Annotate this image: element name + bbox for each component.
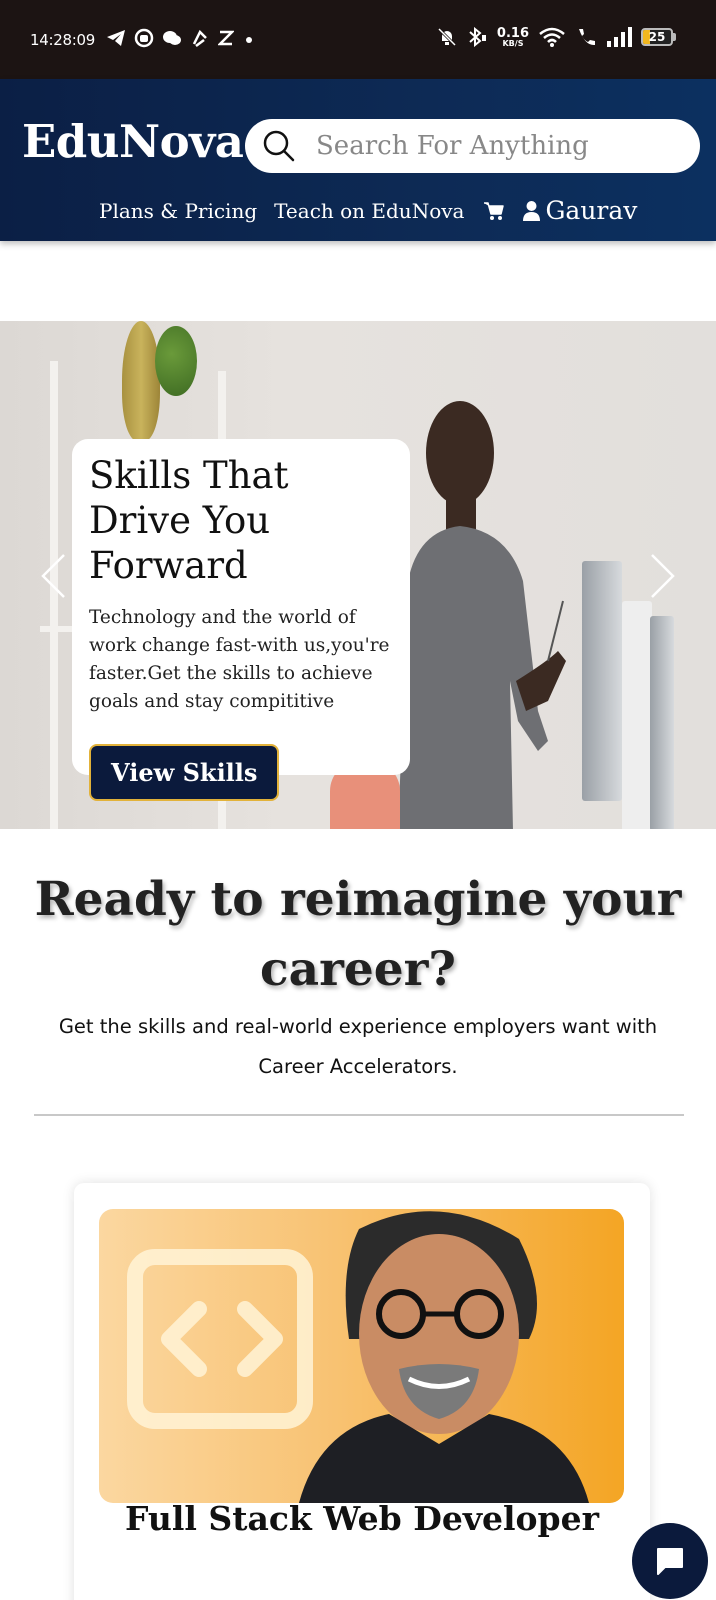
user-icon: [523, 200, 541, 221]
carousel-prev-icon[interactable]: [40, 553, 66, 599]
site-header: EduNova Plans & Pricing Teach on EduNova…: [0, 79, 716, 241]
user-name: Gaurav: [545, 196, 638, 225]
nav-teach[interactable]: Teach on EduNova: [274, 199, 464, 223]
cart-icon[interactable]: [483, 200, 505, 222]
main-nav: Plans & Pricing Teach on EduNova Gaurav: [99, 196, 637, 225]
hero-card: Skills That Drive You Forward Technology…: [72, 439, 410, 801]
nav-plans-pricing[interactable]: Plans & Pricing: [99, 199, 257, 223]
dot-icon: [246, 37, 252, 43]
bluetooth-icon: [469, 27, 486, 47]
search-icon[interactable]: [262, 129, 296, 163]
net-speed: 0.16 KB/S: [497, 27, 529, 48]
instructor-photo: [299, 1211, 589, 1503]
chat-button[interactable]: [632, 1523, 708, 1599]
view-skills-button[interactable]: View Skills: [89, 744, 280, 801]
signal-arrow-icon: [192, 29, 207, 47]
hero-description: Technology and the world of work change …: [89, 607, 390, 712]
telegram-icon: [107, 30, 125, 46]
circle-app-icon: [134, 28, 154, 48]
status-bar: 14:28:09 0.16 KB/S 25: [0, 0, 716, 79]
wifi-call-icon: [579, 29, 595, 46]
course-image[interactable]: [99, 1209, 624, 1503]
hero-carousel: Skills That Drive You Forward Technology…: [0, 321, 716, 829]
battery-level: 25: [648, 30, 666, 44]
course-card[interactable]: Full Stack Web Developer: [74, 1183, 650, 1600]
chat-bubble-icon: [657, 1548, 683, 1575]
search-bar[interactable]: [245, 119, 700, 173]
net-speed-unit: KB/S: [502, 38, 524, 48]
career-subtitle: Get the skills and real-world experience…: [58, 1015, 658, 1078]
course-title[interactable]: Full Stack Web Developer: [74, 1499, 650, 1538]
notification-icons: [106, 28, 256, 48]
carousel-next-icon[interactable]: [650, 553, 676, 599]
brand-logo[interactable]: EduNova: [22, 115, 244, 168]
section-divider: [34, 1114, 684, 1116]
status-time: 14:28:09: [30, 31, 95, 49]
signal-bars-icon: [607, 27, 632, 47]
user-menu[interactable]: Gaurav: [522, 196, 637, 225]
battery-indicator: 25: [641, 28, 676, 46]
net-speed-value: 0.16: [496, 25, 529, 41]
hero-title: Skills That Drive You Forward: [89, 454, 289, 587]
search-input[interactable]: [316, 131, 676, 161]
cloud-chat-icon: [163, 31, 181, 45]
career-heading: Ready to reimagine your career?: [34, 872, 682, 997]
bell-off-icon: [437, 27, 456, 47]
z-icon: [218, 30, 234, 46]
system-status-icons: 0.16 KB/S 25: [437, 26, 676, 48]
wifi-icon: [539, 27, 565, 47]
